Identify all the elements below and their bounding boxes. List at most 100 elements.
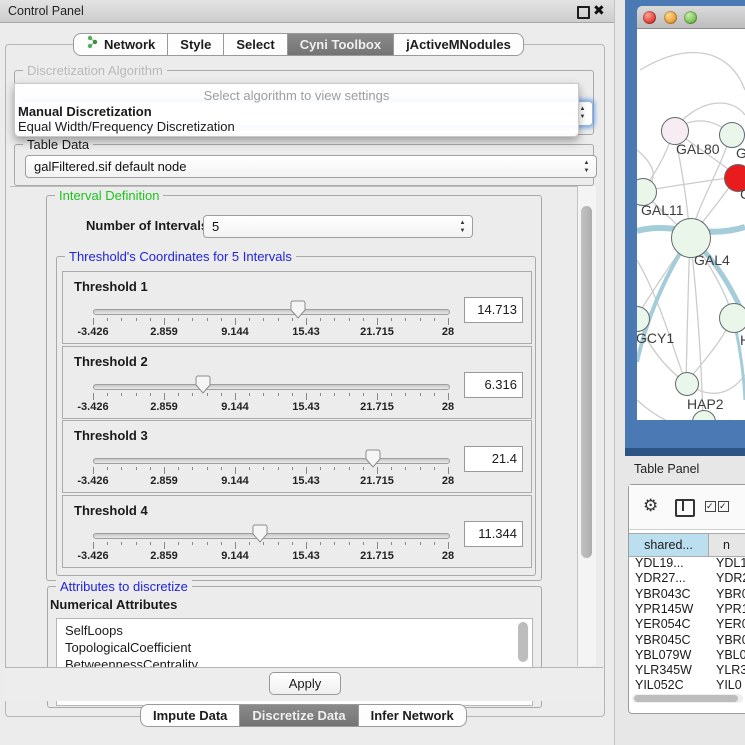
cell-name[interactable]: YER0 [711, 617, 745, 632]
gear-icon[interactable]: ⚙ [643, 497, 658, 514]
tab-impute-data[interactable]: Impute Data [140, 704, 240, 727]
horizontal-scrollbar-thumb[interactable] [634, 695, 738, 702]
table-row[interactable]: YBR045CYBR0 [629, 633, 745, 648]
tab-discretize-data[interactable]: Discretize Data [240, 704, 358, 727]
minimize-traffic-light-icon[interactable] [664, 11, 677, 24]
slider-thumb[interactable] [195, 375, 211, 397]
slider-thumb[interactable] [290, 300, 306, 322]
combo-stepper-icon[interactable]: ▲▼ [578, 105, 587, 121]
tick-label: 15.43 [292, 401, 320, 413]
combo-stepper-icon[interactable]: ▲▼ [582, 159, 591, 175]
close-icon[interactable]: ✖ [593, 2, 605, 19]
table-row[interactable]: YDR27...YDR2 [629, 571, 745, 586]
table-row[interactable]: YBR043CYBR0 [629, 587, 745, 602]
slider-track[interactable] [93, 458, 450, 464]
cell-shared-name[interactable]: YBL079W [629, 648, 711, 663]
cell-name[interactable]: YPR1 [711, 602, 745, 617]
tick-mark [178, 318, 179, 321]
attribute-item-selfloops[interactable]: SelfLoops [65, 623, 123, 638]
window-title: Control Panel [8, 4, 84, 18]
table-rows: YDL19...YDL1YDR27...YDR2YBR043CYBR0YPR14… [629, 556, 745, 694]
checkbox-icon[interactable]: ✓ [718, 501, 729, 512]
tick-mark [391, 318, 392, 321]
slider-track[interactable] [93, 309, 450, 315]
tick-mark [235, 318, 236, 325]
zoom-traffic-light-icon[interactable] [684, 11, 697, 24]
threshold-value-field[interactable]: 14.713 [464, 297, 523, 323]
cell-name[interactable]: YLR3 [711, 663, 745, 678]
table-header-row: shared... n [629, 533, 745, 557]
tick-mark [221, 542, 222, 545]
network-node[interactable] [675, 372, 699, 396]
tab-style[interactable]: Style [168, 33, 224, 56]
vertical-scrollbar-thumb[interactable] [581, 206, 592, 558]
slider-track[interactable] [93, 533, 450, 539]
cell-shared-name[interactable]: YDL19... [629, 556, 711, 571]
float-window-icon[interactable] [577, 6, 590, 19]
table-row[interactable]: YIL052CYIL0 [629, 678, 745, 693]
apply-button[interactable]: Apply [269, 672, 341, 695]
tab-network[interactable]: Network [73, 33, 168, 56]
cell-shared-name[interactable]: YBR045C [629, 633, 711, 648]
cell-name[interactable]: YIL0 [711, 678, 745, 693]
table-row[interactable]: YER054CYER0 [629, 617, 745, 632]
close-traffic-light-icon[interactable] [643, 11, 656, 24]
combo-value: galFiltered.sif default node [34, 159, 186, 174]
cell-shared-name[interactable]: YPR145W [629, 602, 711, 617]
cell-name[interactable]: YDL1 [711, 556, 745, 571]
tick-mark [420, 318, 421, 321]
table-data-combobox[interactable]: galFiltered.sif default node ▲▼ [25, 155, 597, 178]
cell-shared-name[interactable]: YDR27... [629, 571, 711, 586]
node-label-gcy1: GCY1 [637, 330, 674, 346]
network-canvas[interactable]: GAL80GCGAL11GAL4GCY1HHAP2 [637, 29, 745, 420]
num-intervals-combobox[interactable]: 5 ▲▼ [203, 215, 473, 238]
columns-icon[interactable] [675, 499, 695, 517]
tab-jactivemnodules[interactable]: jActiveMNodules [394, 33, 524, 56]
threshold-row-1: Threshold 1-3.4262.8599.14415.4321.71528… [62, 271, 532, 344]
tick-mark [164, 393, 165, 400]
slider-track[interactable] [93, 384, 450, 390]
attribute-item-topologicalcoefficient[interactable]: TopologicalCoefficient [65, 640, 191, 655]
cell-name[interactable]: YBR0 [711, 587, 745, 602]
cell-name[interactable]: YDR2 [711, 571, 745, 586]
tick-label: 28 [442, 550, 454, 562]
table-row[interactable]: YBL079WYBL0 [629, 648, 745, 663]
checkbox-icon[interactable]: ✓ [705, 501, 716, 512]
node-label-g: G [736, 145, 745, 161]
cell-name[interactable]: YBL0 [711, 648, 745, 663]
column-header-name[interactable]: n [709, 534, 745, 556]
slider-thumb[interactable] [252, 524, 268, 546]
threshold-value-field[interactable]: 21.4 [464, 446, 523, 472]
popup-item-manual-discretization[interactable]: Manual Discretization [18, 104, 152, 119]
cell-shared-name[interactable]: YER054C [629, 617, 711, 632]
table-row[interactable]: YLR345WYLR3 [629, 663, 745, 678]
tick-mark [136, 467, 137, 470]
table-panel-title: Table Panel [634, 462, 699, 476]
tab-cyni-toolbox[interactable]: Cyni Toolbox [288, 33, 394, 56]
network-node[interactable] [719, 303, 745, 333]
vertical-scrollbar-track[interactable] [577, 186, 596, 666]
tab-select[interactable]: Select [224, 33, 287, 56]
tick-mark [391, 542, 392, 545]
node-label-gal4: GAL4 [694, 252, 730, 268]
popup-item-equal-width-frequency-discretization[interactable]: Equal Width/Frequency Discretization [18, 119, 235, 134]
cell-shared-name[interactable]: YBR043C [629, 587, 711, 602]
popup-placeholder-item[interactable]: Select algorithm to view settings [15, 88, 578, 103]
cell-name[interactable]: YBR0 [711, 633, 745, 648]
table-row[interactable]: YPR145WYPR1 [629, 602, 745, 617]
group-title: Threshold's Coordinates for 5 Intervals [65, 249, 296, 264]
horizontal-scrollbar-track[interactable] [632, 694, 743, 703]
tab-infer-network[interactable]: Infer Network [359, 704, 467, 727]
combo-stepper-icon[interactable]: ▲▼ [458, 219, 467, 235]
threshold-value-field[interactable]: 6.316 [464, 372, 523, 398]
threshold-value-field[interactable]: 11.344 [464, 521, 523, 547]
table-row[interactable]: YDL19...YDL1 [629, 556, 745, 571]
cell-shared-name[interactable]: YLR345W [629, 663, 711, 678]
tick-label: 21.715 [360, 401, 394, 413]
slider-thumb[interactable] [365, 449, 381, 471]
column-header-shared[interactable]: shared... [629, 534, 709, 556]
tick-mark [136, 318, 137, 321]
tick-mark [320, 393, 321, 396]
cell-shared-name[interactable]: YIL052C [629, 678, 711, 693]
list-scrollbar[interactable] [518, 622, 528, 662]
